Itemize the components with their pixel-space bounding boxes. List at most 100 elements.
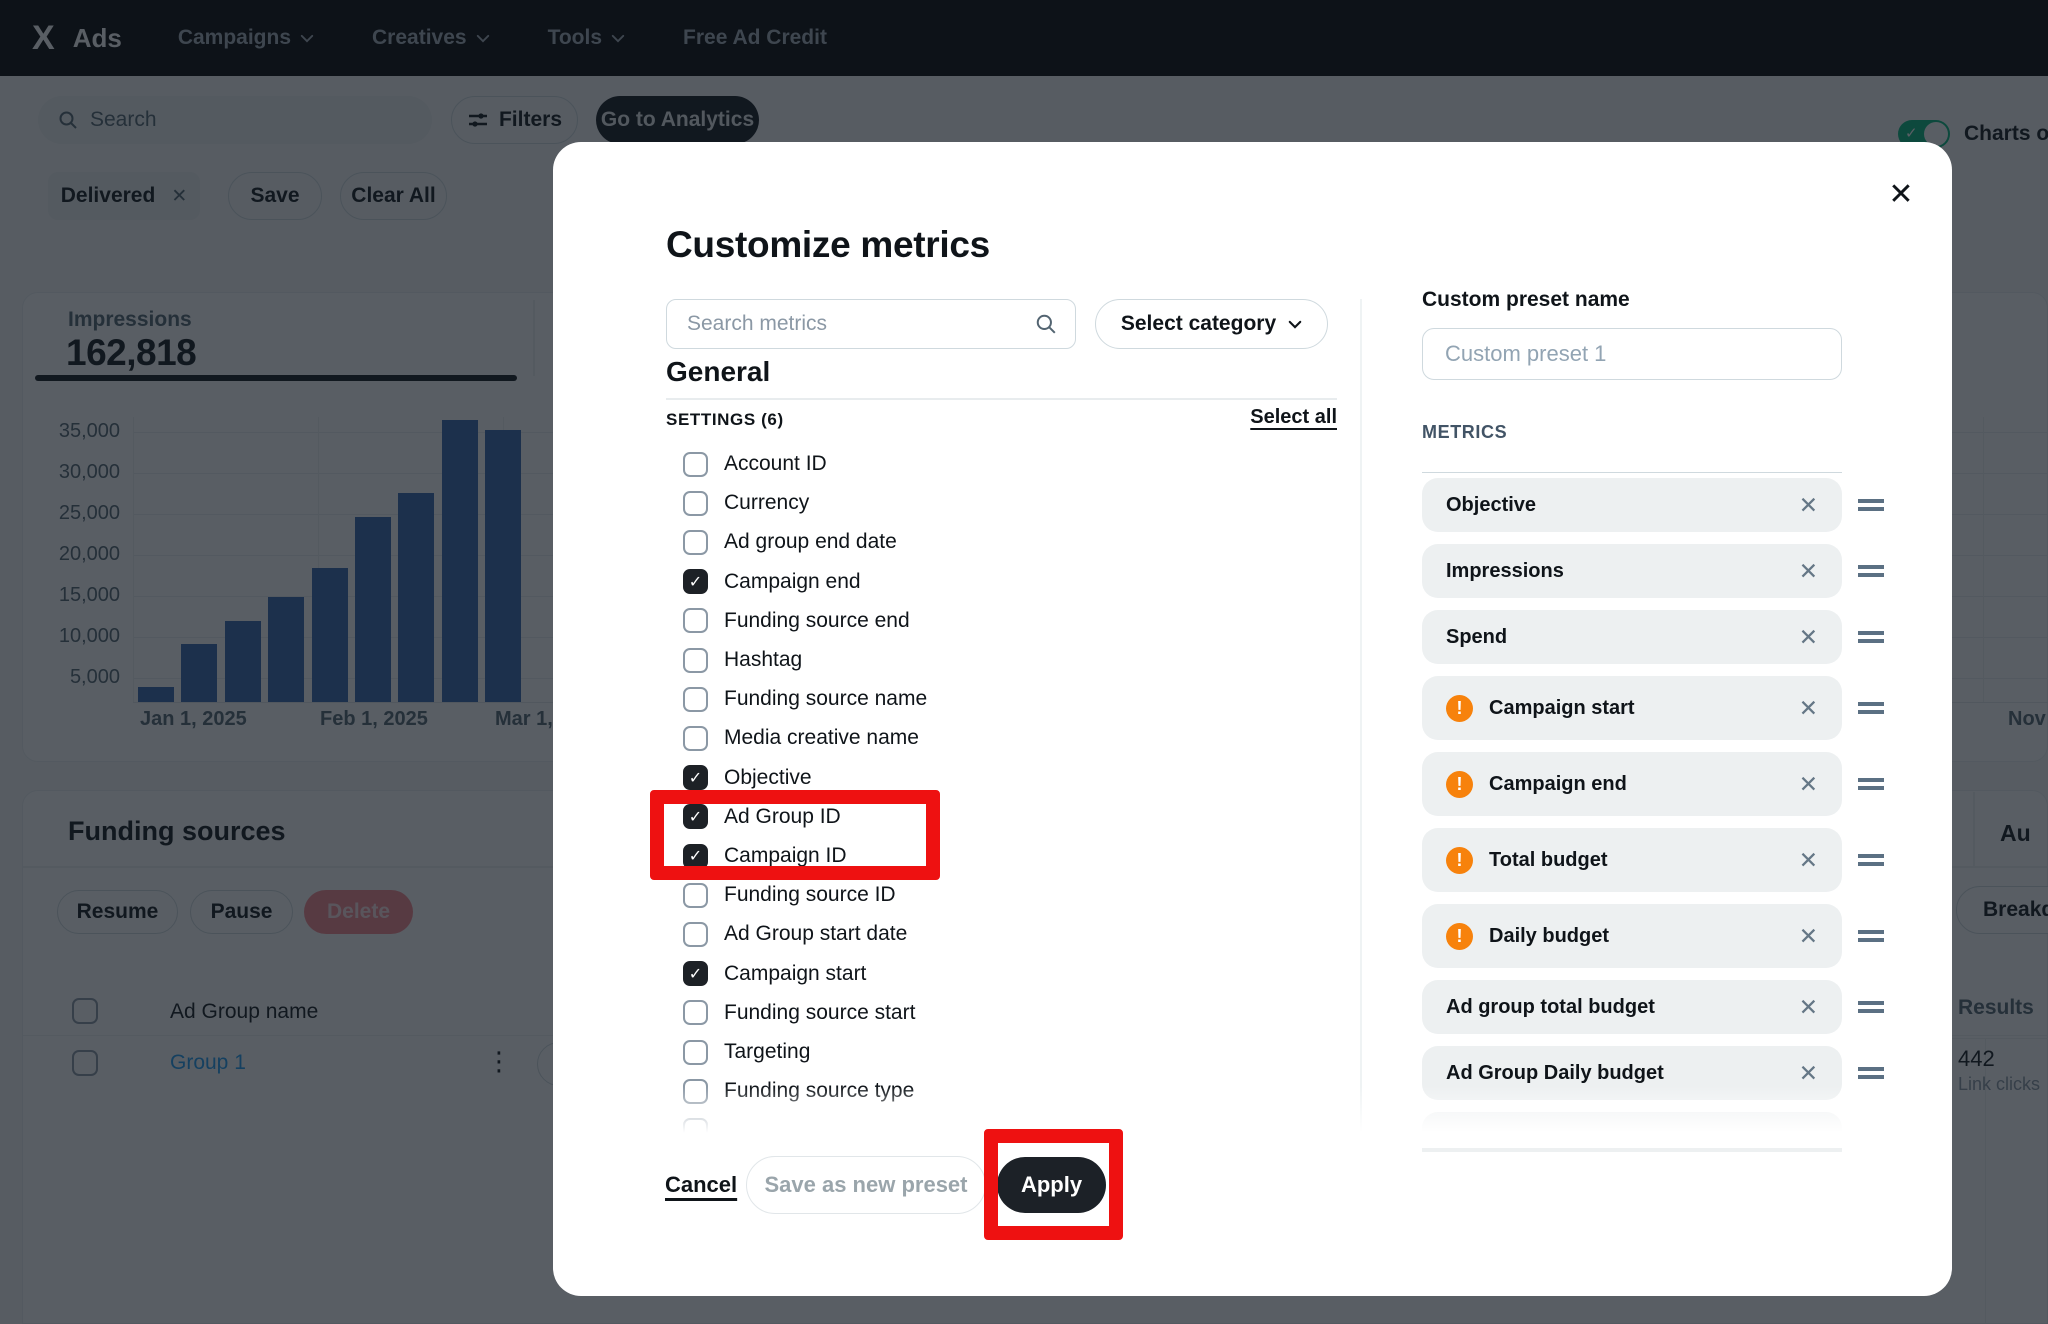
- x-ads-app: X Ads CampaignsCreativesToolsFree Ad Cre…: [0, 0, 2048, 1324]
- setting-label: Ad Group start date: [724, 922, 907, 946]
- setting-row-currency[interactable]: Currency: [666, 483, 1337, 523]
- remove-metric-icon[interactable]: ✕: [1799, 492, 1818, 519]
- setting-label: Account ID: [724, 452, 827, 476]
- drag-handle-icon[interactable]: [1858, 930, 1884, 942]
- remove-metric-icon[interactable]: ✕: [1799, 847, 1818, 874]
- setting-row-ad-group-start-date[interactable]: Ad Group start date: [666, 914, 1337, 954]
- warning-icon: !: [1446, 695, 1473, 722]
- checkbox-unchecked[interactable]: [683, 922, 708, 947]
- remove-metric-icon[interactable]: ✕: [1799, 624, 1818, 651]
- setting-row-targeting[interactable]: Targeting: [666, 1032, 1337, 1072]
- checkbox-checked[interactable]: ✓: [683, 569, 708, 594]
- checkbox-unchecked[interactable]: [683, 648, 708, 673]
- checkbox-unchecked[interactable]: [683, 530, 708, 555]
- metric-row-campaign-start: ! Campaign start ✕: [1422, 676, 1892, 740]
- drag-handle-icon[interactable]: [1858, 1001, 1884, 1013]
- metric-row-objective: Objective ✕: [1422, 478, 1892, 532]
- metric-pill-label: Ad Group Daily budget: [1446, 1062, 1783, 1085]
- checkbox-unchecked[interactable]: [683, 452, 708, 477]
- remove-metric-icon[interactable]: ✕: [1799, 923, 1818, 950]
- setting-row-funding-source-name[interactable]: Funding source name: [666, 679, 1337, 719]
- setting-label: Targeting: [724, 1040, 810, 1064]
- metric-pill[interactable]: Spend✕: [1422, 610, 1842, 664]
- setting-label: Funding source name: [724, 687, 927, 711]
- metric-pill[interactable]: Impressions✕: [1422, 544, 1842, 598]
- checkbox-unchecked[interactable]: [683, 1040, 708, 1065]
- metric-row-impressions: Impressions✕: [1422, 544, 1892, 598]
- cancel-button[interactable]: Cancel: [665, 1172, 737, 1198]
- checkbox-checked[interactable]: ✓: [683, 765, 708, 790]
- metric-pill[interactable]: ! Campaign end ✕: [1422, 752, 1842, 816]
- metric-pill[interactable]: Objective ✕: [1422, 478, 1842, 532]
- select-all-link[interactable]: Select all: [1137, 406, 1337, 429]
- search-metrics-input[interactable]: [685, 311, 1035, 337]
- select-category-dropdown[interactable]: Select category: [1095, 299, 1328, 349]
- checkbox-unchecked[interactable]: [683, 726, 708, 751]
- warning-icon: !: [1446, 847, 1473, 874]
- metric-pill[interactable]: ! Campaign start ✕: [1422, 676, 1842, 740]
- drag-handle-icon[interactable]: [1858, 854, 1884, 866]
- checkbox-unchecked[interactable]: [683, 1000, 708, 1025]
- checkbox-unchecked[interactable]: [683, 608, 708, 633]
- annotation-box-id-checkboxes: [650, 790, 940, 880]
- metric-pill-label: Objective: [1446, 494, 1783, 517]
- remove-metric-icon[interactable]: ✕: [1799, 771, 1818, 798]
- remove-metric-icon[interactable]: ✕: [1799, 1060, 1818, 1087]
- metric-row-total-budget: ! Total budget ✕: [1422, 828, 1892, 892]
- metric-pill-label: Campaign end: [1489, 773, 1783, 796]
- remove-metric-icon[interactable]: ✕: [1799, 994, 1818, 1021]
- setting-row-funding-source-end[interactable]: Funding source end: [666, 601, 1337, 641]
- checkbox-checked[interactable]: ✓: [683, 961, 708, 986]
- checkbox-unchecked[interactable]: [683, 883, 708, 908]
- remove-metric-icon[interactable]: ✕: [1799, 558, 1818, 585]
- section-divider: [666, 398, 1337, 400]
- drag-handle-icon[interactable]: [1858, 1067, 1884, 1079]
- warning-icon: !: [1446, 771, 1473, 798]
- setting-row-ad-group-end-date[interactable]: Ad group end date: [666, 522, 1337, 562]
- setting-label: Ad group end date: [724, 530, 897, 554]
- customize-metrics-modal: ✕ Customize metrics Select category Gene…: [553, 142, 1952, 1296]
- select-category-label: Select category: [1121, 312, 1276, 336]
- metric-row-daily-budget: ! Daily budget ✕: [1422, 904, 1892, 968]
- setting-row-account-id[interactable]: Account ID: [666, 444, 1337, 484]
- metric-pill-label: Ad group total budget: [1446, 996, 1783, 1019]
- setting-row-hashtag[interactable]: Hashtag: [666, 640, 1337, 680]
- save-preset-label: Save as new preset: [764, 1172, 967, 1198]
- drag-handle-icon[interactable]: [1858, 778, 1884, 790]
- save-as-new-preset-button[interactable]: Save as new preset: [746, 1156, 986, 1214]
- metric-pill[interactable]: ! Daily budget ✕: [1422, 904, 1842, 968]
- scroll-fade: [555, 1086, 1950, 1148]
- setting-label: Funding source ID: [724, 883, 896, 907]
- drag-handle-icon[interactable]: [1858, 565, 1884, 577]
- metric-pill-label: Campaign start: [1489, 697, 1783, 720]
- setting-row-funding-source-start[interactable]: Funding source start: [666, 993, 1337, 1033]
- setting-label: Campaign end: [724, 570, 861, 594]
- drag-handle-icon[interactable]: [1858, 631, 1884, 643]
- metric-pill-label: Total budget: [1489, 849, 1783, 872]
- metric-row-ad-group-total-budget: Ad group total budget ✕: [1422, 980, 1892, 1034]
- setting-row-campaign-start[interactable]: ✓ Campaign start: [666, 954, 1337, 994]
- metric-pill[interactable]: ! Total budget ✕: [1422, 828, 1842, 892]
- modal-title: Customize metrics: [666, 224, 990, 266]
- checkbox-unchecked[interactable]: [683, 687, 708, 712]
- drag-handle-icon[interactable]: [1858, 499, 1884, 511]
- remove-metric-icon[interactable]: ✕: [1799, 695, 1818, 722]
- setting-label: Hashtag: [724, 648, 802, 672]
- search-icon: [1035, 313, 1057, 335]
- metric-row-campaign-end: ! Campaign end ✕: [1422, 752, 1892, 816]
- setting-row-campaign-end[interactable]: ✓ Campaign end: [666, 562, 1337, 602]
- setting-row-media-creative-name[interactable]: Media creative name: [666, 718, 1337, 758]
- metric-pill-label: Daily budget: [1489, 925, 1783, 948]
- annotation-box-apply: [984, 1129, 1123, 1240]
- checkbox-unchecked[interactable]: [683, 491, 708, 516]
- setting-label: Campaign start: [724, 962, 866, 986]
- drag-handle-icon[interactable]: [1858, 702, 1884, 714]
- setting-label: Funding source end: [724, 609, 910, 633]
- search-metrics-field[interactable]: [666, 299, 1076, 349]
- setting-label: Currency: [724, 491, 809, 515]
- metric-pill[interactable]: Ad group total budget ✕: [1422, 980, 1842, 1034]
- column-divider: [1360, 299, 1362, 1132]
- setting-label: Objective: [724, 766, 812, 790]
- warning-icon: !: [1446, 923, 1473, 950]
- setting-row-funding-source-id[interactable]: Funding source ID: [666, 875, 1337, 915]
